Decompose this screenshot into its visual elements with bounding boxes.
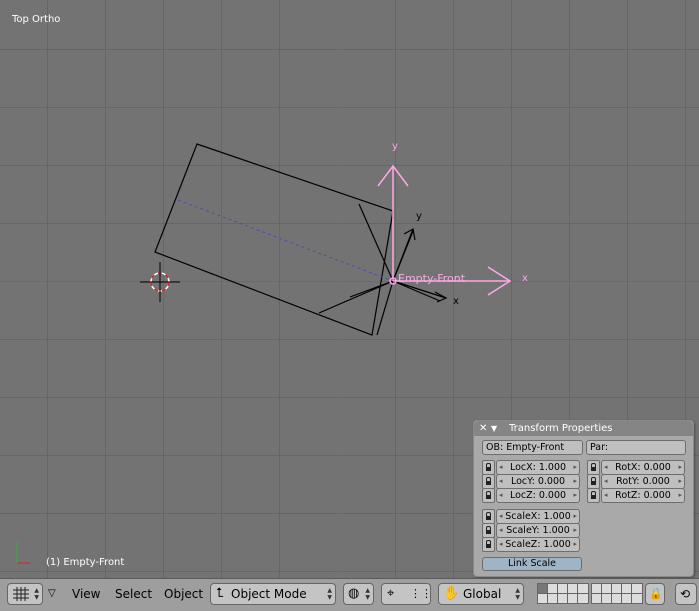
scale-x-value: ScaleX: 1.000 xyxy=(505,511,571,522)
object-name-field[interactable]: OB: Empty-Front xyxy=(482,440,583,455)
scale-y-value: ScaleY: 1.000 xyxy=(506,525,570,536)
scale-x-field[interactable]: ◂ ScaleX: 1.000 ▸ xyxy=(496,509,580,524)
rot-y-value: RotY: 0.000 xyxy=(616,476,670,487)
updown-icon: ▲ ▼ xyxy=(365,587,370,601)
object-name-label: Empty-Front xyxy=(398,272,466,285)
pivot-dropdown[interactable]: ⌖ ⋮⋮ xyxy=(381,583,432,605)
mode-dropdown[interactable]: ⮤ Object Mode ▲ ▼ xyxy=(210,583,336,605)
loc-y-field[interactable]: ◂ LocY: 0.000 ▸ xyxy=(496,474,580,489)
rot-y-field[interactable]: ◂ RotY: 0.000 ▸ xyxy=(601,474,685,489)
lock-icon[interactable] xyxy=(482,488,495,503)
active-object-status: (1) Empty-Front xyxy=(46,557,125,568)
scale-y-field[interactable]: ◂ ScaleY: 1.000 ▸ xyxy=(496,523,580,538)
draw-type-dropdown[interactable]: ◍ ▲ ▼ xyxy=(343,583,374,605)
hand-icon: ✋ xyxy=(443,586,460,601)
lock-icon[interactable] xyxy=(587,488,600,503)
local-x-label: x xyxy=(453,296,459,307)
menu-view[interactable]: View xyxy=(72,584,100,604)
orientation-dropdown[interactable]: ✋ Global ▲ ▼ xyxy=(438,583,524,605)
updown-icon: ▲ ▼ xyxy=(327,587,332,601)
layer-button[interactable] xyxy=(631,593,643,604)
3d-cursor-icon[interactable] xyxy=(140,262,180,302)
updown-icon: ▲ ▼ xyxy=(34,587,39,601)
grid-icon xyxy=(13,587,29,601)
rot-x-value: RotX: 0.000 xyxy=(615,462,671,473)
scale-z-value: ScaleZ: 1.000 xyxy=(505,539,571,550)
render-button[interactable]: ⟲ xyxy=(675,583,697,605)
rot-z-value: RotZ: 0.000 xyxy=(615,490,671,501)
mode-label: Object Mode xyxy=(231,587,307,601)
local-y-label: y xyxy=(416,211,422,222)
layer-button[interactable] xyxy=(577,593,589,604)
parent-field[interactable]: Par: xyxy=(586,440,686,455)
rot-z-field[interactable]: ◂ RotZ: 0.000 ▸ xyxy=(601,488,685,503)
render-icon: ⟲ xyxy=(680,587,691,601)
updown-icon: ▲ ▼ xyxy=(515,587,520,601)
lock-icon[interactable] xyxy=(587,474,600,489)
loc-y-value: LocY: 0.000 xyxy=(510,476,566,487)
collapse-icon[interactable]: ▼ xyxy=(491,421,497,436)
menu-select[interactable]: Select xyxy=(115,584,152,604)
gizmo-y-label: y xyxy=(392,141,398,152)
loc-z-value: LocZ: 0.000 xyxy=(509,490,567,501)
view-title: Top Ortho xyxy=(12,14,61,25)
loc-x-field[interactable]: ◂ LocX: 1.000 ▸ xyxy=(496,460,580,475)
lock-icon[interactable] xyxy=(482,460,495,475)
orientation-label: Global xyxy=(463,587,502,601)
object-mode-icon: ⮤ xyxy=(216,586,224,601)
rot-x-field[interactable]: ◂ RotX: 0.000 ▸ xyxy=(601,460,685,475)
lock-layers-button[interactable]: 🔒 xyxy=(645,583,665,605)
loc-x-value: LocX: 1.000 xyxy=(509,462,567,473)
layer-buttons[interactable] xyxy=(537,583,643,604)
link-scale-button[interactable]: Link Scale xyxy=(482,557,582,571)
menu-collapse-icon[interactable]: ▽ xyxy=(48,584,56,604)
lock-icon[interactable] xyxy=(587,460,600,475)
pivot-icon: ⌖ xyxy=(387,586,395,601)
lock-icon[interactable] xyxy=(482,474,495,489)
viewport-header: ▲ ▼ ▽ View Select Object ⮤ Object Mode ▲ ▼… xyxy=(0,578,699,611)
padlock-icon: 🔒 xyxy=(649,587,663,600)
lock-icon[interactable] xyxy=(482,523,495,538)
sphere-icon: ◍ xyxy=(348,586,360,601)
local-axes xyxy=(392,228,448,303)
loc-z-field[interactable]: ◂ LocZ: 0.000 ▸ xyxy=(496,488,580,503)
snap-icon: ⋮⋮ xyxy=(410,587,432,600)
lock-icon[interactable] xyxy=(482,509,495,524)
panel-header[interactable]: ✕ ▼ Transform Properties xyxy=(474,421,693,436)
gizmo-x-label: x xyxy=(522,273,528,284)
parent-relation-line xyxy=(177,199,394,282)
lock-icon[interactable] xyxy=(482,537,495,552)
menu-object[interactable]: Object xyxy=(164,584,203,604)
panel-title: Transform Properties xyxy=(509,423,613,434)
mini-axis-icon xyxy=(16,542,30,564)
close-icon[interactable]: ✕ xyxy=(479,421,487,436)
editor-type-button[interactable]: ▲ ▼ xyxy=(7,583,43,605)
scale-z-field[interactable]: ◂ ScaleZ: 1.000 ▸ xyxy=(496,537,580,552)
